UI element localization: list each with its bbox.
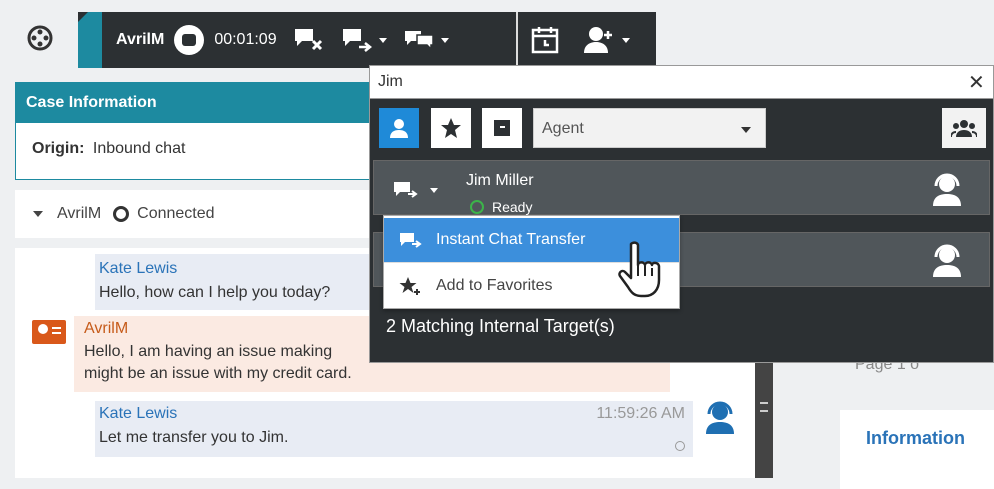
party-name: AvrilM: [57, 205, 102, 222]
star-icon: [441, 118, 461, 138]
connection-status: Connected: [137, 205, 215, 222]
group-icon: [951, 120, 977, 138]
result-name: Jim Miller: [466, 172, 534, 189]
result-status-text: Ready: [492, 199, 533, 215]
interaction-bar: AvrilM 00:01:09: [102, 12, 516, 68]
chat-transfer-icon: [400, 233, 422, 248]
calendar-clock-icon: [531, 27, 559, 54]
origin-label: Origin:: [32, 140, 85, 157]
read-status-icon: [675, 441, 685, 451]
ready-status-icon: [470, 200, 484, 214]
interaction-tab-indicator: [78, 12, 102, 68]
team-communicator-search[interactable]: [369, 65, 994, 99]
hand-cursor-icon: [617, 240, 667, 305]
message-text: Hello, how can I help you today?: [99, 284, 331, 301]
transcript-scrollbar[interactable]: [755, 362, 773, 478]
menu-item-label: Instant Chat Transfer: [436, 231, 586, 248]
row-action-menu-button[interactable]: [392, 180, 438, 200]
close-icon[interactable]: ✕: [968, 70, 985, 95]
chat-message: Kate Lewis 11:59:26 AM Let me transfer y…: [95, 401, 693, 457]
secondary-toolbar: [518, 12, 656, 68]
transfer-chat-button[interactable]: [341, 12, 387, 68]
interaction-agent-name: AvrilM: [116, 31, 165, 48]
message-sender: Kate Lewis: [99, 260, 178, 277]
scrollbar-grip[interactable]: [760, 402, 768, 412]
result-status: Ready: [470, 199, 532, 215]
chat-transfer-icon: [394, 182, 418, 198]
interaction-timer: 00:01:09: [214, 31, 277, 48]
party-connection-row[interactable]: AvrilM Connected: [15, 190, 375, 238]
matching-targets-count: 2 Matching Internal Target(s): [386, 316, 615, 336]
message-time: 11:59:26 AM: [596, 405, 685, 422]
collapse-triangle-icon[interactable]: [33, 211, 43, 217]
schedule-callback-button[interactable]: [530, 12, 560, 68]
main-menu-icon[interactable]: [20, 18, 60, 58]
transfer-chat-icon: [342, 29, 372, 52]
agent-icon: [390, 119, 408, 138]
agent-headset-icon: [703, 400, 737, 441]
end-chat-icon: [294, 29, 322, 51]
search-input[interactable]: [378, 72, 938, 92]
agent-headset-icon: [930, 243, 964, 284]
information-card: [840, 410, 994, 489]
case-information-header[interactable]: Case Information: [16, 83, 374, 123]
filter-favorites-button[interactable]: [431, 108, 471, 148]
connection-status-icon: [113, 206, 130, 222]
chat-icon: [174, 25, 205, 55]
origin-value: Inbound chat: [92, 140, 186, 157]
consult-agent-button[interactable]: [582, 12, 630, 68]
message-text: Let me transfer you to Jim.: [99, 429, 289, 446]
chat-message: Kate Lewis Hello, how can I help you tod…: [95, 254, 385, 310]
agent-add-icon: [584, 27, 612, 53]
conference-chat-icon: [404, 31, 434, 51]
customer-contact-icon: [32, 320, 66, 344]
case-origin: Origin: Inbound chat: [16, 123, 374, 175]
message-text-line2: might be an issue with my credit card.: [84, 365, 352, 382]
case-information-panel: Case Information Origin: Inbound chat: [15, 82, 375, 180]
agent-headset-icon: [930, 172, 964, 213]
target-type-value: Agent: [542, 120, 584, 137]
filter-recent-button[interactable]: [482, 108, 522, 148]
group-filter-button[interactable]: [942, 108, 986, 148]
menu-item-label: Add to Favorites: [436, 277, 553, 294]
conference-chat-button[interactable]: [403, 12, 449, 68]
filter-agents-button[interactable]: [379, 108, 419, 148]
star-add-icon: [399, 277, 420, 295]
target-type-select[interactable]: Agent: [533, 108, 766, 148]
chevron-down-icon: [741, 127, 751, 133]
recent-icon: [494, 120, 510, 136]
end-chat-button[interactable]: [293, 12, 325, 68]
information-tab[interactable]: Information: [866, 428, 965, 449]
